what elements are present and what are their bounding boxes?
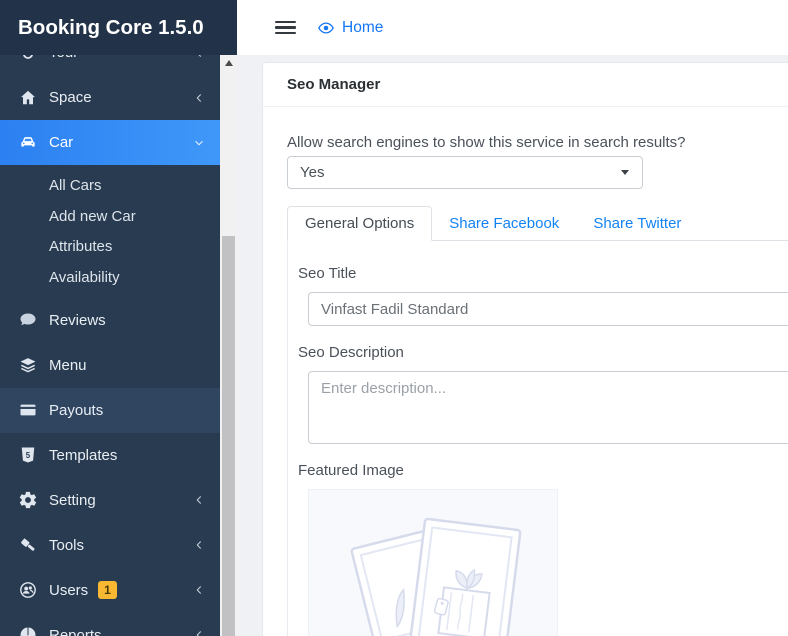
card-body: Allow search engines to show this servic… — [263, 107, 788, 636]
tour-icon — [18, 55, 38, 63]
chevron-left-icon — [192, 583, 206, 597]
layers-icon — [18, 355, 38, 375]
users-count-badge: 1 — [98, 581, 117, 599]
sidebar-item-label: Users — [49, 582, 88, 599]
svg-text:5: 5 — [26, 451, 31, 460]
featured-image-group: Featured Image — [298, 462, 788, 636]
chevron-left-icon — [192, 91, 206, 105]
chevron-left-icon — [192, 55, 206, 60]
comment-icon — [18, 310, 38, 330]
sidebar: Tour Space Car — [0, 55, 220, 636]
chevron-left-icon — [192, 538, 206, 552]
card-header: Seo Manager — [263, 63, 788, 107]
featured-image-uploader[interactable] — [308, 489, 558, 636]
sidebar-subitem-all-cars[interactable]: All Cars — [0, 170, 220, 201]
sidebar-item-label: Setting — [49, 492, 96, 509]
topbar: Home — [237, 0, 788, 55]
gear-icon — [18, 490, 38, 510]
app-screen: Booking Core 1.5.0 Home Tour — [0, 0, 788, 636]
seo-description-label: Seo Description — [298, 344, 788, 361]
chevron-left-icon — [192, 493, 206, 507]
home-icon — [18, 88, 38, 108]
sidebar-subitem-attributes[interactable]: Attributes — [0, 231, 220, 262]
seo-title-input[interactable] — [308, 292, 788, 326]
sidebar-item-payouts[interactable]: Payouts — [0, 388, 220, 433]
sidebar-item-label: Car — [49, 134, 73, 151]
sidebar-item-tools[interactable]: Tools — [0, 523, 220, 568]
credit-card-icon — [18, 400, 38, 420]
sidebar-item-tour[interactable]: Tour — [0, 55, 220, 75]
sidebar-item-car[interactable]: Car — [0, 120, 220, 165]
scrollbar-thumb[interactable] — [222, 236, 235, 636]
allow-search-engines-label: Allow search engines to show this servic… — [287, 130, 707, 156]
main-content: Seo Manager Allow search engines to show… — [237, 55, 788, 636]
allow-search-select-wrap: Yes — [287, 156, 643, 189]
scroll-up-arrow[interactable] — [220, 55, 237, 71]
seo-title-label: Seo Title — [298, 265, 788, 282]
seo-title-group: Seo Title — [298, 265, 788, 326]
sidebar-item-label: Payouts — [49, 402, 103, 419]
seo-description-group: Seo Description — [298, 344, 788, 444]
seo-tabs: General Options Share Facebook Share Twi… — [287, 206, 788, 241]
page-title: Seo Manager — [287, 76, 380, 93]
seo-description-textarea[interactable] — [308, 371, 788, 444]
sidebar-subitem-add-new-car[interactable]: Add new Car — [0, 201, 220, 232]
tab-share-twitter[interactable]: Share Twitter — [576, 207, 698, 240]
chevron-down-icon — [192, 136, 206, 150]
sidebar-item-label: Reports — [49, 627, 102, 636]
sidebar-item-reviews[interactable]: Reviews — [0, 298, 220, 343]
sidebar-item-menu[interactable]: Menu — [0, 343, 220, 388]
eye-icon — [317, 19, 335, 37]
featured-image-label: Featured Image — [298, 462, 788, 479]
sidebar-item-users[interactable]: Users 1 — [0, 568, 220, 613]
hammer-icon — [18, 535, 38, 555]
hamburger-menu-icon[interactable] — [275, 21, 296, 34]
sidebar-item-label: Templates — [49, 447, 117, 464]
sidebar-item-templates[interactable]: 5 Templates — [0, 433, 220, 478]
sidebar-item-setting[interactable]: Setting — [0, 478, 220, 523]
html5-icon: 5 — [18, 445, 38, 465]
app-logo[interactable]: Booking Core 1.5.0 — [0, 0, 237, 55]
general-options-panel: Seo Title Seo Description Featured Image — [287, 241, 788, 636]
home-link[interactable]: Home — [317, 0, 383, 55]
pie-chart-icon — [18, 625, 38, 636]
sidebar-subitem-availability[interactable]: Availability — [0, 262, 220, 293]
sidebar-item-reports[interactable]: Reports — [0, 613, 220, 636]
users-icon — [18, 580, 38, 600]
home-link-label: Home — [342, 19, 383, 37]
sidebar-item-space[interactable]: Space — [0, 75, 220, 120]
tab-share-facebook[interactable]: Share Facebook — [432, 207, 576, 240]
vertical-scrollbar[interactable] — [220, 55, 237, 636]
seo-manager-card: Seo Manager Allow search engines to show… — [262, 62, 788, 636]
image-placeholder-illustration — [309, 490, 558, 636]
sidebar-item-label: Reviews — [49, 312, 106, 329]
tab-general-options[interactable]: General Options — [287, 206, 432, 241]
chevron-left-icon — [192, 628, 206, 636]
sidebar-item-label: Menu — [49, 357, 87, 374]
sidebar-item-label: Space — [49, 89, 92, 106]
sidebar-item-label: Tour — [49, 55, 78, 61]
car-icon — [18, 133, 38, 153]
allow-search-select[interactable]: Yes — [287, 156, 643, 189]
sidebar-item-label: Tools — [49, 537, 84, 554]
